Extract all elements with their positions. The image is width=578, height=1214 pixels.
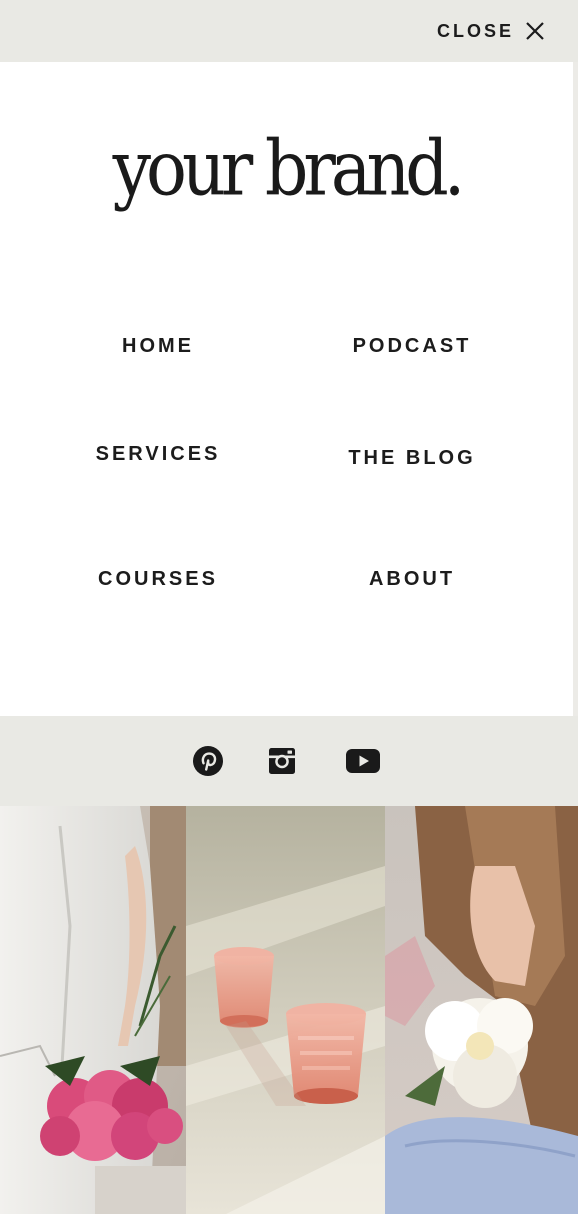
social-bar [0,716,578,806]
nav-item-about[interactable]: ABOUT [292,567,532,591]
instagram-icon[interactable] [268,745,296,777]
edge-strip [573,62,578,716]
nav-item-the-blog[interactable]: THE BLOG [292,446,532,470]
photo-strip [0,806,578,1214]
youtube-icon[interactable] [345,745,381,777]
close-label: CLOSE [436,20,514,41]
nav-item-services[interactable]: SERVICES [38,442,278,466]
nav-item-courses[interactable]: COURSES [38,567,278,591]
pinterest-icon[interactable] [192,745,224,777]
photo-woman-white-peony [385,806,578,1214]
photo-pink-glasses [186,806,385,1214]
nav-item-podcast[interactable]: PODCAST [292,334,532,358]
brand-logo[interactable]: your brand. [0,131,573,208]
close-icon [526,22,544,40]
menu-top-bar: CLOSE [0,0,578,62]
nav-item-home[interactable]: HOME [38,334,278,358]
close-button[interactable]: CLOSE [437,16,544,46]
mobile-menu: CLOSE your brand. HOME PODCAST SERVICES … [0,0,578,1214]
photo-woman-pink-peonies [0,806,186,1214]
